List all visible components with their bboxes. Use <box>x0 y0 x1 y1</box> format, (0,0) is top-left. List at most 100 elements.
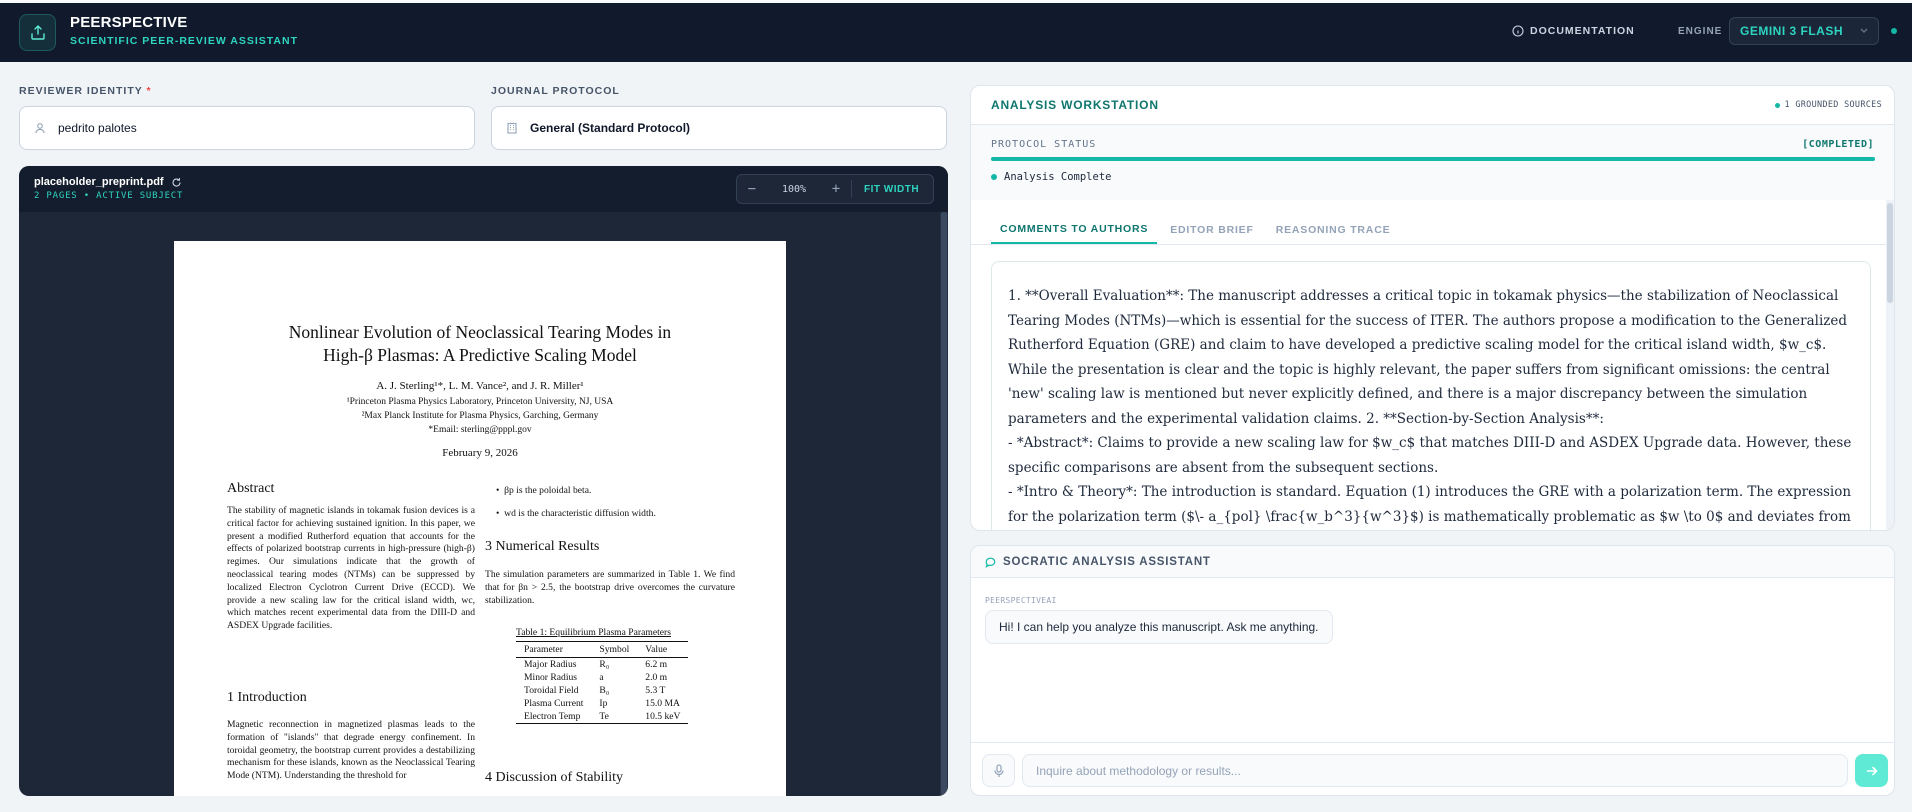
user-icon <box>35 123 45 134</box>
table-row: Electron Temp Te 10.5 keV <box>516 710 688 724</box>
required-marker: * <box>146 85 152 97</box>
table-cell: Major Radius <box>524 659 577 670</box>
arrow-right-icon <box>1866 766 1878 775</box>
bullet-poloidal-beta: • βp is the poloidal beta. <box>496 485 592 496</box>
pdf-viewer-header: placeholder_preprint.pdf 2 PAGES • ACTIV… <box>19 166 948 212</box>
paper-authors: A. J. Sterling¹*, L. M. Vance², and J. R… <box>376 380 584 392</box>
table-cell: 10.5 keV <box>645 711 681 722</box>
zoom-in-button[interactable]: + <box>821 181 851 197</box>
paper-title-line-1: Nonlinear Evolution of Neoclassical Tear… <box>288 322 672 342</box>
paper-date: February 9, 2026 <box>442 447 518 459</box>
analysis-state: Analysis Complete <box>991 171 1111 183</box>
workstation-scrollbar[interactable] <box>1886 200 1894 530</box>
microphone-button[interactable] <box>982 754 1015 787</box>
table-cell: R₀ <box>599 659 610 670</box>
protocol-progress-bar <box>991 157 1875 161</box>
table-row: Minor Radius a 2.0 m <box>516 671 688 684</box>
reviewer-identity-value: pedrito palotes <box>58 121 137 135</box>
socratic-assistant-panel: SOCRATIC ANALYSIS ASSISTANT PEERSPECTIVE… <box>970 545 1895 796</box>
bullet-poloidal-beta-text: βp is the poloidal beta. <box>504 485 592 496</box>
analysis-state-dot <box>991 174 997 180</box>
table-header-row: Parameter Symbol Value <box>516 641 689 658</box>
workstation-tabs: COMMENTS TO AUTHORS EDITOR BRIEF REASONI… <box>991 216 1399 244</box>
paper-affiliation-1: ¹Princeton Plasma Physics Laboratory, Pr… <box>346 397 614 407</box>
table-header-cell: Parameter <box>516 641 592 658</box>
paper-affiliation-2: ²Max Planck Institute for Plasma Physics… <box>361 411 599 421</box>
comment-paragraph: - *Abstract*: Claims to provide a new sc… <box>1008 435 1852 476</box>
chat-title-text: SOCRATIC ANALYSIS ASSISTANT <box>1003 556 1211 568</box>
workstation-title: ANALYSIS WORKSTATION <box>991 98 1159 112</box>
protocol-status-band <box>971 125 1894 200</box>
analysis-state-text: Analysis Complete <box>1004 171 1112 183</box>
analysis-workstation: ANALYSIS WORKSTATION 1 GROUNDED SOURCES … <box>970 85 1895 531</box>
results-heading: 3 Numerical Results <box>485 539 600 554</box>
intro-text: Magnetic reconnection in magnetized plas… <box>227 719 475 782</box>
table-header-cell: Value <box>637 641 689 658</box>
parameters-table-grid: Parameter Symbol Value Major Radius R₀ 6.2 m… <box>516 641 689 724</box>
journal-protocol-select[interactable]: General (Standard Protocol) <box>491 106 947 150</box>
parameters-table: Table 1: Equilibrium Plasma Parameters P… <box>516 627 689 724</box>
table-header-cell: Symbol <box>591 641 638 658</box>
engine-label: ENGINE <box>1678 26 1723 37</box>
journal-protocol-value: General (Standard Protocol) <box>530 121 691 135</box>
journal-protocol-label: JOURNAL PROTOCOL <box>491 85 620 97</box>
table-cell: 5.3 T <box>645 685 666 696</box>
top-bar: PEERSPECTIVE SCIENTIFIC PEER-REVIEW ASSI… <box>0 0 1912 62</box>
pdf-meta: 2 PAGES • ACTIVE SUBJECT <box>34 191 184 201</box>
refresh-icon[interactable] <box>171 177 182 188</box>
engine-select[interactable]: GEMINI 3 FLASH <box>1729 17 1879 45</box>
chat-title: SOCRATIC ANALYSIS ASSISTANT <box>985 556 1211 568</box>
app-logo[interactable] <box>19 14 56 51</box>
reviewer-identity-text: REVIEWER IDENTITY <box>19 85 143 97</box>
info-icon <box>1512 25 1524 37</box>
sources-dot <box>1775 102 1781 108</box>
grounded-sources-text: 1 GROUNDED SOURCES <box>1784 100 1882 110</box>
table-cell: Electron Temp <box>524 711 581 722</box>
documentation-link[interactable]: DOCUMENTATION <box>1512 25 1635 37</box>
table-row: Major Radius R₀ 6.2 m <box>516 658 688 672</box>
chat-input[interactable] <box>1022 754 1848 787</box>
table-cell: 2.0 m <box>645 672 668 683</box>
engine-status-dot <box>1891 28 1897 34</box>
bullet-diffusion-width: • wd is the characteristic diffusion wid… <box>496 508 656 519</box>
results-text: The simulation parameters are summarized… <box>485 569 735 606</box>
zoom-controls: − 100% + FIT WIDTH <box>736 174 934 204</box>
abstract-text: The stability of magnetic islands in tok… <box>227 505 475 632</box>
abstract-heading: Abstract <box>227 481 275 496</box>
comments-to-authors-content: 1. **Overall Evaluation**: The manuscrip… <box>991 261 1871 530</box>
table-cell: Plasma Current <box>524 698 584 709</box>
protocol-progress-fill <box>991 157 1875 161</box>
pdf-scrollbar-thumb[interactable] <box>941 212 947 796</box>
protocol-status-label: PROTOCOL STATUS <box>991 139 1097 150</box>
top-strip <box>0 0 1912 3</box>
protocol-status-value: [COMPLETED] <box>1802 139 1874 150</box>
table-cell: Ip <box>599 698 608 709</box>
tabs-divider <box>971 244 1886 245</box>
table-row: Plasma Current Ip 15.0 MA <box>516 697 688 710</box>
zoom-out-button[interactable]: − <box>737 181 767 197</box>
tab-editor-brief[interactable]: EDITOR BRIEF <box>1161 216 1263 244</box>
reviewer-identity-field[interactable]: pedrito palotes <box>19 106 475 150</box>
paper-title-line-2: High-β Plasmas: A Predictive Scaling Mod… <box>323 345 637 365</box>
pdf-scrollbar[interactable] <box>940 212 948 796</box>
tab-comments-to-authors[interactable]: COMMENTS TO AUTHORS <box>991 216 1158 244</box>
chat-sender: PEERSPECTIVEAI <box>985 596 1057 605</box>
bullet-diffusion-width-text: wd is the characteristic diffusion width… <box>504 508 656 519</box>
pdf-filename-row: placeholder_preprint.pdf <box>34 176 182 188</box>
table-cell: B₀ <box>599 685 610 696</box>
table-body: Major Radius R₀ 6.2 m Minor Radius a 2.0 m Tor… <box>516 658 688 724</box>
chat-bubble-icon <box>985 557 996 568</box>
table-row: Toroidal Field B₀ 5.3 T <box>516 684 688 697</box>
send-button[interactable] <box>1855 754 1888 787</box>
workstation-scrollbar-thumb[interactable] <box>1887 203 1893 303</box>
fit-width-button[interactable]: FIT WIDTH <box>852 184 919 195</box>
building-icon <box>507 122 517 134</box>
paper-title: Nonlinear Evolution of Neoclassical Tear… <box>174 321 786 367</box>
table-cell: 6.2 m <box>645 659 668 670</box>
tab-reasoning-trace[interactable]: REASONING TRACE <box>1267 216 1400 244</box>
microphone-icon <box>993 763 1004 777</box>
chevron-down-icon <box>1860 28 1868 33</box>
pdf-page: Nonlinear Evolution of Neoclassical Tear… <box>174 241 786 796</box>
comment-paragraph: 1. **Overall Evaluation**: The manuscrip… <box>1008 288 1848 427</box>
paper-email: *Email: sterling@pppl.gov <box>428 425 532 435</box>
